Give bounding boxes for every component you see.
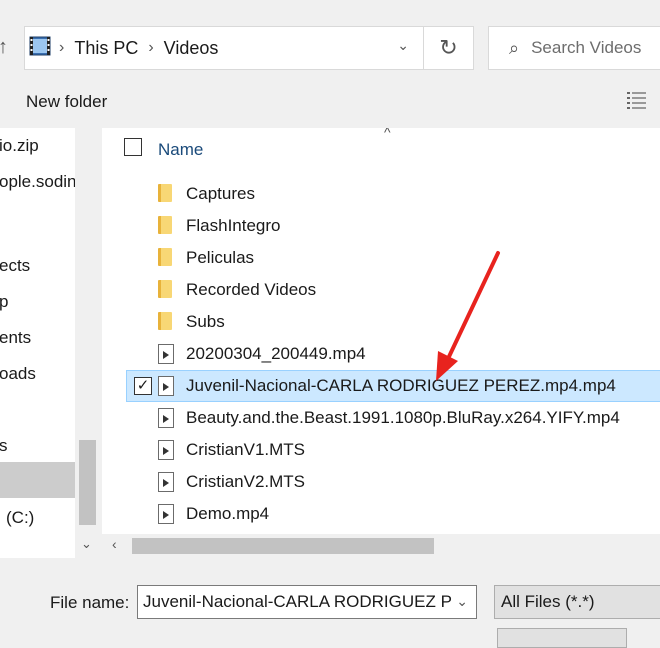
- file-name-label: File name:: [50, 593, 130, 612]
- file-type-value: All Files (*.*): [501, 592, 595, 611]
- folder-icon: [158, 280, 172, 298]
- file-row[interactable]: 20200304_200449.mp4: [102, 338, 660, 370]
- up-arrow-button[interactable]: ↑: [0, 36, 8, 59]
- folder-row[interactable]: Peliculas: [102, 242, 660, 274]
- nav-item[interactable]: ople.sodin: [0, 172, 77, 192]
- video-file-icon: [158, 408, 174, 428]
- video-file-icon: [158, 504, 174, 524]
- folder-icon: [158, 248, 172, 266]
- folder-row[interactable]: Recorded Videos: [102, 274, 660, 306]
- search-placeholder: Search Videos: [531, 38, 642, 57]
- file-name-input[interactable]: Juvenil-Nacional-CARLA RODRIGUEZ P ⌄: [137, 585, 477, 619]
- file-name: Recorded Videos: [186, 280, 317, 299]
- breadcrumb-videos[interactable]: Videos: [164, 38, 219, 59]
- view-options-icon[interactable]: [626, 90, 648, 115]
- folder-icon: [158, 312, 172, 330]
- file-name: Captures: [186, 184, 255, 203]
- refresh-button[interactable]: ↻: [424, 26, 474, 70]
- chevron-down-icon[interactable]: ⌄: [81, 536, 92, 552]
- sort-ascending-icon: ^: [384, 128, 391, 140]
- nav-item[interactable]: ects: [0, 256, 30, 276]
- horizontal-scrollbar[interactable]: ‹: [102, 534, 660, 558]
- row-checkbox[interactable]: ✓: [134, 377, 152, 395]
- horizontal-scrollbar-thumb[interactable]: [132, 538, 434, 554]
- folder-row[interactable]: Captures: [102, 178, 660, 210]
- nav-selection-highlight: [0, 462, 75, 498]
- up-arrow-icon: ↑: [0, 36, 8, 58]
- file-name: Peliculas: [186, 248, 255, 267]
- file-type-filter[interactable]: All Files (*.*): [494, 585, 660, 619]
- nav-item[interactable]: io.zip: [0, 136, 39, 156]
- chevron-down-icon[interactable]: ⌄: [456, 593, 468, 610]
- file-name: Beauty.and.the.Beast.1991.1080p.BluRay.x…: [186, 408, 620, 427]
- folder-row[interactable]: Subs: [102, 306, 660, 338]
- file-row[interactable]: CristianV1.MTS: [102, 434, 660, 466]
- file-list: ^ Name Captures FlashIntegro Peliculas Reco…: [102, 128, 660, 558]
- file-name: CristianV1.MTS: [186, 440, 306, 459]
- file-name: FlashIntegro: [186, 216, 281, 235]
- file-name: CristianV2.MTS: [186, 472, 306, 491]
- chevron-down-icon[interactable]: ⌄: [397, 37, 409, 54]
- video-file-icon: [158, 344, 174, 364]
- file-name-value: Juvenil-Nacional-CARLA RODRIGUEZ P: [143, 592, 452, 611]
- navigation-pane: io.zip ople.sodin ects p ents oads s (C:…: [0, 128, 100, 558]
- breadcrumb-this-pc[interactable]: This PC: [74, 38, 138, 59]
- folder-icon: [158, 216, 172, 234]
- file-row[interactable]: CristianV2.MTS: [102, 466, 660, 498]
- search-icon: ⌕: [509, 37, 520, 58]
- chevron-right-icon: ›: [59, 39, 65, 56]
- search-box[interactable]: ⌕ Search Videos: [488, 26, 660, 70]
- file-row[interactable]: Demo.mp4: [102, 498, 660, 530]
- select-all-checkbox[interactable]: [124, 138, 142, 156]
- video-file-icon: [158, 440, 174, 460]
- video-file-icon: [158, 376, 174, 396]
- folder-icon: [158, 184, 172, 202]
- column-header-name[interactable]: Name: [158, 140, 203, 160]
- videos-library-icon: [29, 35, 51, 62]
- file-name: Demo.mp4: [186, 504, 270, 523]
- nav-scrollbar[interactable]: ⌄: [75, 128, 100, 558]
- nav-item[interactable]: oads: [0, 364, 36, 384]
- file-name: 20200304_200449.mp4: [186, 344, 366, 363]
- file-row[interactable]: ✓ Juvenil-Nacional-CARLA RODRIGUEZ PEREZ.…: [102, 370, 660, 402]
- address-bar[interactable]: › This PC › Videos ⌄: [24, 26, 424, 70]
- video-file-icon: [158, 472, 174, 492]
- new-folder-button[interactable]: New folder: [26, 92, 107, 112]
- file-name: Juvenil-Nacional-CARLA RODRIGUEZ PEREZ.m…: [186, 376, 616, 395]
- nav-item[interactable]: ents: [0, 328, 31, 348]
- nav-scrollbar-thumb[interactable]: [79, 440, 96, 525]
- nav-item[interactable]: (C:): [6, 508, 34, 528]
- refresh-icon: ↻: [439, 35, 458, 60]
- chevron-right-icon: ›: [148, 39, 154, 56]
- nav-item[interactable]: p: [0, 292, 8, 312]
- file-row[interactable]: Beauty.and.the.Beast.1991.1080p.BluRay.x…: [102, 402, 660, 434]
- file-name: Subs: [186, 312, 225, 331]
- annotation-arrow: [436, 251, 500, 381]
- nav-item[interactable]: s: [0, 436, 8, 456]
- scroll-left-icon[interactable]: ‹: [112, 536, 117, 552]
- open-button[interactable]: [497, 628, 627, 648]
- folder-row[interactable]: FlashIntegro: [102, 210, 660, 242]
